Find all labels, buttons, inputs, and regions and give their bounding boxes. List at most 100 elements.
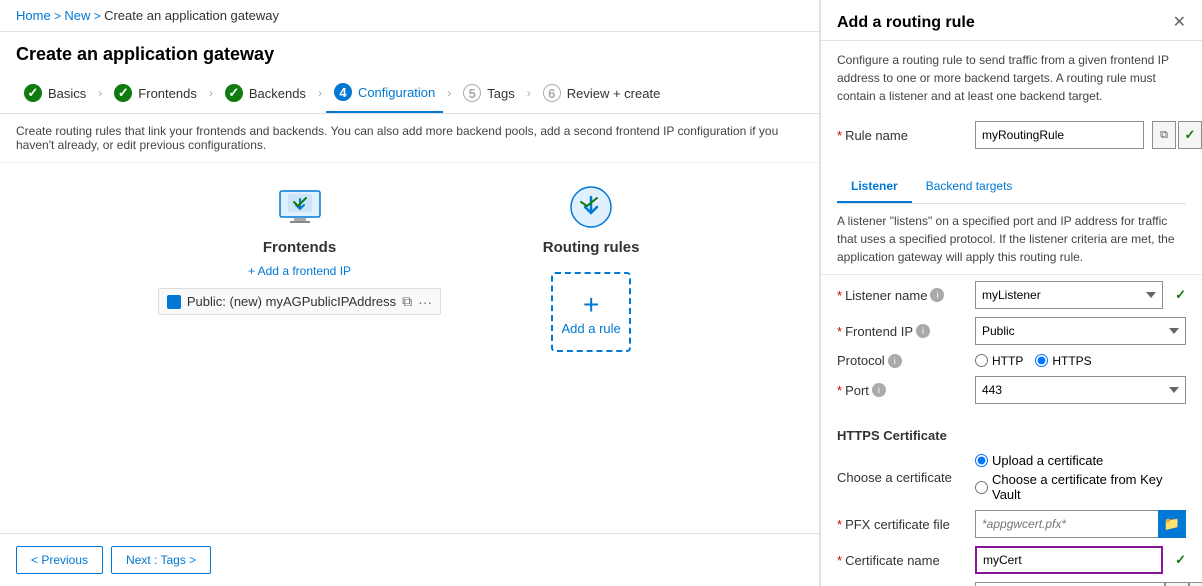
listener-name-label: * Listener name i [837,288,967,303]
add-rule-button[interactable]: + Add a rule [551,272,631,352]
panel-description: Configure a routing rule to send traffic… [821,41,1202,115]
protocol-radio-group: HTTP HTTPS [975,354,1186,368]
panel-title: Add a routing rule [837,14,975,32]
frontend-item-more-icon[interactable]: ··· [418,294,432,310]
subtitle: Create routing rules that link your fron… [0,114,819,163]
frontend-item-label: Public: (new) myAGPublicIPAddress [187,294,396,309]
rule-name-check-btn[interactable]: ✓ [1178,121,1202,149]
protocol-https-radio[interactable] [1035,354,1048,367]
frontend-svg-icon [276,183,324,231]
step-circle-tags: 5 [463,84,481,102]
add-frontend-ip-link[interactable]: + Add a frontend IP [248,264,351,278]
step-circle-basics [24,84,42,102]
protocol-http-option[interactable]: HTTP [975,354,1023,368]
steps-bar: Basics › Frontends › Backends › 4 Config… [0,73,819,114]
rule-name-row: * Rule name ⧉ ✓ [837,121,1186,149]
cert-keyvault-option[interactable]: Choose a certificate from Key Vault [975,472,1186,502]
frontend-item: Public: (new) myAGPublicIPAddress ⧉ ··· [158,288,441,315]
step-configuration[interactable]: 4 Configuration [326,73,443,113]
listener-name-check-icon: ✓ [1175,287,1186,303]
cert-upload-option[interactable]: Upload a certificate [975,453,1186,468]
breadcrumb-current: Create an application gateway [104,8,279,23]
routing-icon [567,183,615,231]
protocol-https-option[interactable]: HTTPS [1035,354,1091,368]
bottom-bar: < Previous Next : Tags > [0,533,819,586]
step-label-basics: Basics [48,86,86,101]
choose-cert-label: Choose a certificate [837,470,967,485]
frontend-ip-info-icon: i [916,324,930,338]
routing-svg-icon [567,183,615,231]
pfx-input-row: 📁 [975,510,1186,538]
listener-fields: * Listener name i myListener ✓ * Fronten… [821,275,1202,418]
tab-listener[interactable]: Listener [837,171,912,203]
step-circle-backends [225,84,243,102]
step-backends[interactable]: Backends [217,74,314,112]
choose-cert-row: Choose a certificate Upload a certificat… [837,453,1186,502]
rule-name-copy-btn[interactable]: ⧉ [1152,121,1176,149]
routing-rules-title: Routing rules [543,239,640,256]
cert-name-check-icon: ✓ [1175,552,1186,568]
cert-upload-radio[interactable] [975,454,988,467]
pfx-file-input[interactable] [975,510,1158,538]
panel-header: Add a routing rule ✕ [821,0,1202,41]
left-panel: Home > New > Create an application gatew… [0,0,820,586]
frontend-ip-label: * Frontend IP i [837,324,967,339]
step-label-backends: Backends [249,86,306,101]
cert-name-label: * Certificate name [837,553,967,568]
password-row: * Password 👁 ✓ [837,582,1186,586]
close-button[interactable]: ✕ [1173,15,1186,31]
previous-button[interactable]: < Previous [16,546,103,574]
cert-keyvault-radio[interactable] [975,481,988,494]
protocol-http-radio[interactable] [975,354,988,367]
https-section-heading: HTTPS Certificate [821,418,1202,447]
password-input[interactable] [975,582,1165,586]
https-section: Choose a certificate Upload a certificat… [821,447,1202,586]
password-actions: 👁 ✓ [1165,582,1202,586]
port-info-icon: i [872,383,886,397]
cert-name-input[interactable] [975,546,1163,574]
port-label: * Port i [837,383,967,398]
step-label-frontends: Frontends [138,86,197,101]
pfx-folder-icon: 📁 [1164,516,1180,532]
step-frontends[interactable]: Frontends [106,74,205,112]
add-rule-label: Add a rule [562,321,621,336]
frontend-item-copy-icon[interactable]: ⧉ [402,293,412,310]
right-panel: Add a routing rule ✕ Configure a routing… [820,0,1202,586]
password-show-button[interactable]: 👁 [1165,582,1189,586]
tabs-row: Listener Backend targets [837,171,1186,204]
next-button[interactable]: Next : Tags > [111,546,211,574]
password-check-button[interactable]: ✓ [1189,582,1202,586]
step-circle-configuration: 4 [334,83,352,101]
listener-description: A listener "listens" on a specified port… [821,204,1202,275]
frontends-icon [276,183,324,231]
step-label-configuration: Configuration [358,85,435,100]
frontend-ip-row: * Frontend IP i Public [837,317,1186,345]
routing-rules-section: Routing rules + Add a rule [521,183,661,352]
pfx-file-label: * PFX certificate file [837,517,967,532]
step-circle-review: 6 [543,84,561,102]
protocol-row: Protocol i HTTP HTTPS [837,353,1186,368]
cert-options-group: Upload a certificate Choose a certificat… [975,453,1186,502]
step-basics[interactable]: Basics [16,74,94,112]
port-row: * Port i 443 [837,376,1186,404]
rule-name-label: * Rule name [837,128,967,143]
listener-name-select[interactable]: myListener [975,281,1163,309]
pfx-file-row: * PFX certificate file 📁 [837,510,1186,538]
frontend-item-icon [167,295,181,309]
pfx-browse-button[interactable]: 📁 [1158,510,1186,538]
breadcrumb-new[interactable]: New [64,8,90,23]
rule-name-actions: ⧉ ✓ [1152,121,1202,149]
cert-name-row: * Certificate name ✓ [837,546,1186,574]
tab-backend-targets[interactable]: Backend targets [912,171,1027,203]
rule-name-input[interactable] [975,121,1144,149]
frontend-ip-select[interactable]: Public [975,317,1186,345]
breadcrumb-home[interactable]: Home [16,8,51,23]
listener-name-info-icon: i [930,288,944,302]
rule-name-section: * Rule name ⧉ ✓ [821,115,1202,163]
step-review[interactable]: 6 Review + create [535,74,669,112]
listener-name-row: * Listener name i myListener ✓ [837,281,1186,309]
step-tags[interactable]: 5 Tags [455,74,522,112]
frontends-title: Frontends [263,239,336,256]
port-select[interactable]: 443 [975,376,1186,404]
plus-icon: + [583,289,599,321]
